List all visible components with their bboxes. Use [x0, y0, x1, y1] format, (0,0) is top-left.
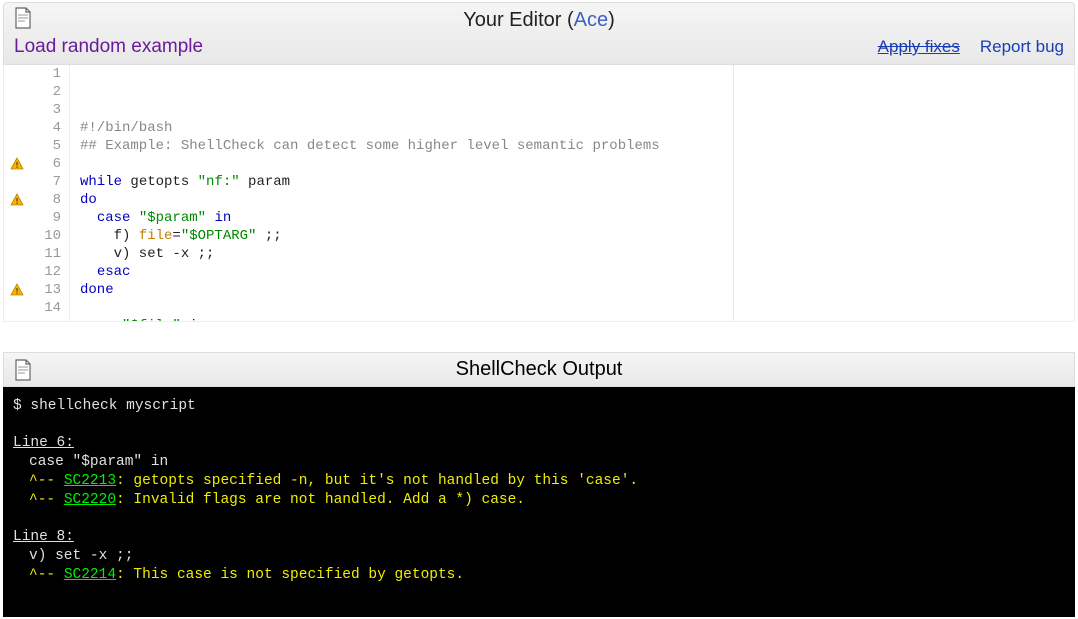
- code-line[interactable]: [80, 155, 1074, 173]
- gutter-line: 6: [8, 155, 61, 173]
- code-line[interactable]: v) set -x ;;: [80, 245, 1074, 263]
- code-line[interactable]: ## Example: ShellCheck can detect some h…: [80, 137, 1074, 155]
- report-bug-link[interactable]: Report bug: [980, 37, 1064, 57]
- document-icon: [14, 359, 32, 381]
- ace-link[interactable]: Ace: [574, 9, 608, 31]
- shellcheck-code-link[interactable]: SC2220: [64, 492, 116, 508]
- gutter-line: 9: [8, 209, 61, 227]
- code-line[interactable]: case "$file" in: [80, 317, 1074, 322]
- gutter-line: 10: [8, 227, 61, 245]
- editor-title: Your Editor (Ace): [463, 9, 615, 32]
- code-line[interactable]: while getopts "nf:" param: [80, 173, 1074, 191]
- code-editor[interactable]: 1234567891011121314 #!/bin/bash## Exampl…: [3, 65, 1075, 322]
- gutter-line: 5: [8, 137, 61, 155]
- gutter-line: 13: [8, 281, 61, 299]
- context-line: v) set -x ;;: [13, 547, 1065, 566]
- gutter-line: 1: [8, 65, 61, 83]
- apply-fixes-link[interactable]: Apply fixes: [878, 37, 960, 57]
- editor-gutter: 1234567891011121314: [4, 65, 70, 321]
- line-link[interactable]: Line 8:: [13, 529, 74, 545]
- gutter-line: 8: [8, 191, 61, 209]
- warning-line: ^-- SC2214: This case is not specified b…: [13, 566, 1065, 585]
- editor-header: Your Editor (Ace) Load random example Ap…: [3, 2, 1075, 65]
- warning-line: ^-- SC2213: getopts specified -n, but it…: [13, 472, 1065, 491]
- print-margin: [733, 65, 734, 321]
- code-line[interactable]: case "$param" in: [80, 209, 1074, 227]
- code-line[interactable]: done: [80, 281, 1074, 299]
- gutter-line: 7: [8, 173, 61, 191]
- line-link[interactable]: Line 6:: [13, 435, 74, 451]
- output-header: ShellCheck Output: [3, 352, 1075, 387]
- context-line: case "$param" in: [13, 453, 1065, 472]
- warning-block: Line 8: v) set -x ;; ^-- SC2214: This ca…: [13, 528, 1065, 585]
- warning-block: Line 6: case "$param" in^-- SC2213: geto…: [13, 434, 1065, 510]
- shell-command: $ shellcheck myscript: [13, 397, 1065, 416]
- code-line[interactable]: #!/bin/bash: [80, 119, 1074, 137]
- gutter-line: 14: [8, 299, 61, 317]
- shellcheck-code-link[interactable]: SC2214: [64, 567, 116, 583]
- code-line[interactable]: esac: [80, 263, 1074, 281]
- gutter-line: 2: [8, 83, 61, 101]
- output-title: ShellCheck Output: [456, 358, 623, 381]
- shellcheck-code-link[interactable]: SC2213: [64, 473, 116, 489]
- code-line[interactable]: do: [80, 191, 1074, 209]
- code-line[interactable]: f) file="$OPTARG" ;;: [80, 227, 1074, 245]
- gutter-line: 12: [8, 263, 61, 281]
- document-icon: [14, 7, 32, 29]
- terminal-output: $ shellcheck myscript Line 6: case "$para…: [3, 387, 1075, 617]
- gutter-line: 11: [8, 245, 61, 263]
- gutter-line: 3: [8, 101, 61, 119]
- editor-code-area[interactable]: #!/bin/bash## Example: ShellCheck can de…: [70, 65, 1074, 321]
- load-random-example-link[interactable]: Load random example: [14, 36, 203, 58]
- warning-line: ^-- SC2220: Invalid flags are not handle…: [13, 491, 1065, 510]
- gutter-line: 4: [8, 119, 61, 137]
- code-line[interactable]: [80, 299, 1074, 317]
